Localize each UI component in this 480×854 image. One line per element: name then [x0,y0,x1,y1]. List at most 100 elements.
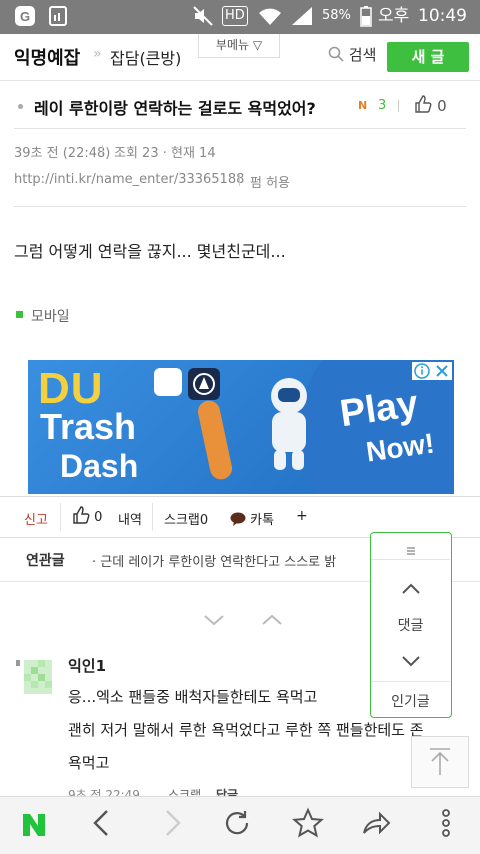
divider [14,128,466,129]
ad-choices[interactable] [412,362,452,380]
speech-bubble-icon [230,512,246,526]
hd-badge: HD [222,6,248,26]
post-views: 조회 23 · 현재 14 [114,146,216,161]
mobile-square-icon [16,311,23,318]
floating-nav-panel: 댓글 인기글 [370,532,452,718]
kakao-share-button[interactable]: 카톡 [230,509,274,528]
thumbs-up-icon [73,506,90,524]
title-bullet [18,104,23,109]
comment-line: 욕먹고 [68,754,110,772]
chevron-down-icon [401,656,420,667]
divider [398,100,399,112]
avatar [24,660,52,694]
divider [102,145,103,156]
refresh-icon [225,811,249,835]
ad-title-trash: Trash [40,406,137,447]
post-content: 그럼 어떻게 연락을 끊지... 몇년친군데... [14,242,286,261]
like-count: 0 [437,97,447,115]
new-post-button[interactable]: 새 글 [387,42,469,72]
chevron-up-icon [262,614,282,625]
app-icon [154,368,182,396]
browser-toolbar [0,796,480,854]
related-item[interactable]: · 근데 레이가 루한이랑 연락한다고 스스로 밝 [92,551,368,570]
clock-time: 10:49 [418,6,467,26]
refresh-button[interactable] [218,807,258,843]
new-badge-icon: N [358,99,368,112]
submenu-button[interactable]: 부메뉴 ▽ [198,34,280,58]
search-button[interactable]: 검색 [328,44,376,65]
history-button[interactable]: 내역 [118,509,142,528]
comment-marker [16,660,20,666]
next-post-button[interactable] [202,612,226,632]
scrap-button[interactable]: 스크랩0 [164,509,208,528]
battery-percent: 58% [322,8,351,23]
info-icon [414,363,430,379]
ad-title-dash: Dash [60,448,139,484]
chevron-up-icon [401,583,420,594]
post-title: 레이 루한이랑 연락하는 걸로도 욕먹었어? [34,99,316,118]
cell-signal-icon [290,5,314,27]
device-label: 모바일 [31,309,70,325]
forward-icon [166,810,181,836]
more-menu-button[interactable] [426,807,466,843]
battery-icon [360,5,372,27]
home-button[interactable] [14,807,54,843]
status-bar: G HD 58% 오후 10:49 [0,0,480,34]
back-button[interactable] [82,807,122,843]
mute-icon [192,5,214,27]
popular-posts-button[interactable]: 인기글 [371,691,450,711]
back-icon [93,810,108,836]
chevron-down-icon [204,615,224,626]
comments-down-button[interactable] [371,653,450,672]
like-action-button[interactable]: 0 [72,505,102,525]
kakao-label: 카톡 [250,513,275,528]
search-label: 검색 [348,46,377,64]
naver-n-icon [23,814,45,836]
report-button[interactable]: 신고 [24,509,48,528]
related-label: 연관글 [26,553,65,569]
comment-author: 익인1 [68,657,107,675]
related-item-text: 근데 레이가 루한이랑 연락한다고 스스로 밝 [100,555,337,570]
ad-banner[interactable]: DU Trash Dash Play Now! [28,360,454,494]
app-icon [188,368,220,400]
like-action-count: 0 [94,510,103,525]
search-icon [328,46,344,62]
wifi-icon [258,5,282,27]
forward-button[interactable] [152,807,192,843]
signal-g-icon: G [14,5,36,27]
comments-up-button[interactable] [371,581,450,600]
menu-lines-icon [406,547,415,555]
scroll-top-button[interactable] [411,736,469,788]
more-button[interactable]: + [296,508,308,524]
star-icon [292,807,324,838]
board-title[interactable]: 익명예잡 [14,44,80,70]
arrow-top-icon [430,748,450,775]
sub-board-link[interactable]: 잡담(큰방) [110,45,181,69]
comment-count[interactable]: 3 [378,98,386,113]
astronaut-graphic [254,374,324,474]
bookmark-button[interactable] [288,807,328,843]
comment-line: 괜히 저거 말해서 루한 욕먹었다고 루한 쪽 팬들한테도 존 [68,721,424,739]
prev-post-button[interactable] [260,612,284,632]
gallery-icon [48,5,68,27]
svg-text:G: G [20,9,30,24]
divider [239,175,240,186]
share-button[interactable] [356,807,396,843]
divider [14,206,466,207]
breadcrumb-separator: » [93,46,102,62]
share-icon [363,811,391,835]
divider [60,503,61,531]
board-header: 익명예잡 » 잡담(큰방) 부메뉴 ▽ 검색 새 글 [0,34,480,81]
divider [152,503,153,531]
like-button[interactable]: 0 [414,94,447,115]
post-url[interactable]: http://inti.kr/name_enter/33365188 [14,172,244,187]
share-permission: 펌 허용 [250,176,291,191]
close-icon [436,365,448,377]
post-time: 39초 전 (22:48) [14,146,111,161]
panel-menu-button[interactable] [371,541,450,560]
comments-label[interactable]: 댓글 [371,615,450,635]
more-vertical-icon [442,809,450,837]
comment-line: 응...엑소 팬들중 배척자들한테도 욕먹고 [68,688,318,706]
thumbs-up-icon [415,95,432,113]
clock-ampm: 오후 [378,6,410,26]
